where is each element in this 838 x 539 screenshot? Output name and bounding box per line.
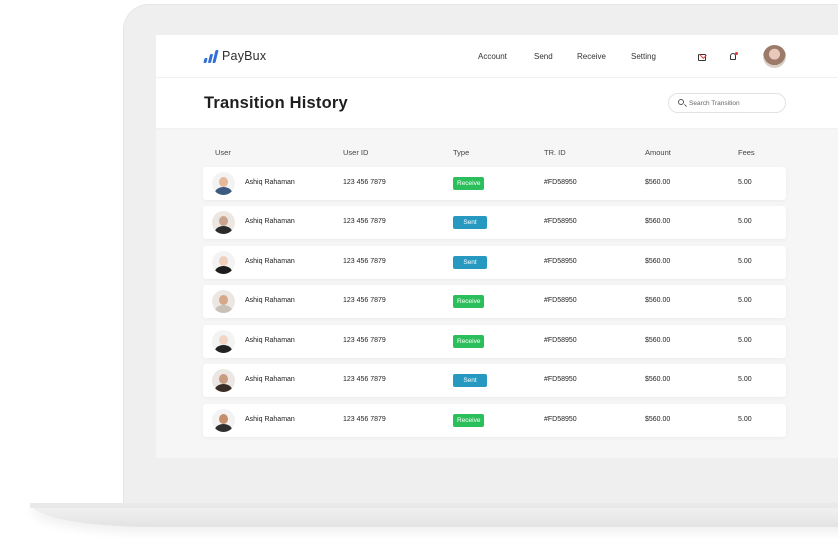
type-badge: Receive bbox=[453, 414, 485, 427]
user-avatar bbox=[212, 211, 235, 234]
column-header-amount: Amount bbox=[645, 148, 671, 157]
column-header-tr-id: TR. ID bbox=[544, 148, 566, 157]
user-avatar bbox=[212, 409, 235, 432]
table-row[interactable]: Ashiq Rahaman 123 456 7879 Receive #FD58950… bbox=[203, 404, 786, 437]
search-input[interactable] bbox=[689, 97, 781, 109]
type-badge: Receive bbox=[453, 335, 485, 348]
user-avatar bbox=[212, 251, 235, 274]
top-navbar: PayBux Account Send Receive Setting bbox=[156, 35, 838, 78]
user-name: Ashiq Rahaman bbox=[245, 337, 295, 344]
fees: 5.00 bbox=[738, 416, 752, 423]
amount: $560.00 bbox=[645, 376, 671, 383]
user-name: Ashiq Rahaman bbox=[245, 258, 295, 265]
user-id: 123 456 7879 bbox=[343, 179, 386, 186]
amount: $560.00 bbox=[645, 179, 671, 186]
fees: 5.00 bbox=[738, 376, 752, 383]
mail-icon[interactable] bbox=[698, 54, 706, 61]
column-header-type: Type bbox=[453, 148, 470, 157]
transaction-id: #FD58950 bbox=[544, 416, 577, 423]
type-badge: Sent bbox=[453, 216, 487, 229]
user-avatar bbox=[212, 369, 235, 392]
user-name: Ashiq Rahaman bbox=[245, 218, 295, 225]
page-header: Transition History bbox=[156, 78, 838, 128]
amount: $560.00 bbox=[645, 258, 671, 265]
transaction-id: #FD58950 bbox=[544, 297, 577, 304]
logo[interactable]: PayBux bbox=[203, 49, 267, 63]
type-badge: Receive bbox=[453, 295, 485, 308]
table-header: User User ID Type TR. ID Amount Fees bbox=[203, 148, 786, 162]
fees: 5.00 bbox=[738, 218, 752, 225]
transaction-id: #FD58950 bbox=[544, 218, 577, 225]
fees: 5.00 bbox=[738, 337, 752, 344]
table-row[interactable]: Ashiq Rahaman 123 456 7879 Sent #FD58950 $56… bbox=[203, 206, 786, 239]
bar-chart-logo-icon bbox=[203, 49, 219, 63]
table-row[interactable]: Ashiq Rahaman 123 456 7879 Sent #FD58950 $56… bbox=[203, 246, 786, 279]
profile-avatar[interactable] bbox=[763, 45, 786, 68]
laptop-base-lip bbox=[30, 503, 838, 508]
table-row[interactable]: Ashiq Rahaman 123 456 7879 Sent #FD58950 $56… bbox=[203, 364, 786, 397]
nav-setting[interactable]: Setting bbox=[631, 52, 656, 61]
user-avatar bbox=[212, 330, 235, 353]
user-name: Ashiq Rahaman bbox=[245, 416, 295, 423]
nav-account[interactable]: Account bbox=[478, 52, 507, 61]
transaction-id: #FD58950 bbox=[544, 179, 577, 186]
fees: 5.00 bbox=[738, 179, 752, 186]
nav-send[interactable]: Send bbox=[534, 52, 553, 61]
type-badge: Sent bbox=[453, 256, 487, 269]
type-badge: Sent bbox=[453, 374, 487, 387]
table-row[interactable]: Ashiq Rahaman 123 456 7879 Receive #FD58950… bbox=[203, 167, 786, 200]
user-id: 123 456 7879 bbox=[343, 218, 386, 225]
amount: $560.00 bbox=[645, 416, 671, 423]
app-screen: PayBux Account Send Receive Setting Tran… bbox=[156, 35, 838, 458]
user-avatar bbox=[212, 172, 235, 195]
amount: $560.00 bbox=[645, 337, 671, 344]
column-header-user: User bbox=[215, 148, 231, 157]
fees: 5.00 bbox=[738, 258, 752, 265]
transaction-id: #FD58950 bbox=[544, 258, 577, 265]
amount: $560.00 bbox=[645, 218, 671, 225]
fees: 5.00 bbox=[738, 297, 752, 304]
column-header-fees: Fees bbox=[738, 148, 755, 157]
column-header-user-id: User ID bbox=[343, 148, 369, 157]
user-id: 123 456 7879 bbox=[343, 376, 386, 383]
table-row[interactable]: Ashiq Rahaman 123 456 7879 Receive #FD58950… bbox=[203, 285, 786, 318]
user-name: Ashiq Rahaman bbox=[245, 179, 295, 186]
page-title: Transition History bbox=[204, 94, 348, 112]
user-id: 123 456 7879 bbox=[343, 297, 386, 304]
user-avatar bbox=[212, 290, 235, 313]
search-box[interactable] bbox=[668, 93, 786, 113]
bell-icon[interactable] bbox=[730, 52, 738, 60]
transaction-id: #FD58950 bbox=[544, 376, 577, 383]
user-id: 123 456 7879 bbox=[343, 258, 386, 265]
table-row[interactable]: Ashiq Rahaman 123 456 7879 Receive #FD58950… bbox=[203, 325, 786, 358]
type-badge: Receive bbox=[453, 177, 485, 190]
nav-receive[interactable]: Receive bbox=[577, 52, 606, 61]
user-id: 123 456 7879 bbox=[343, 337, 386, 344]
transaction-id: #FD58950 bbox=[544, 337, 577, 344]
app-name: PayBux bbox=[222, 49, 267, 63]
amount: $560.00 bbox=[645, 297, 671, 304]
user-name: Ashiq Rahaman bbox=[245, 376, 295, 383]
user-id: 123 456 7879 bbox=[343, 416, 386, 423]
search-icon bbox=[678, 99, 684, 105]
user-name: Ashiq Rahaman bbox=[245, 297, 295, 304]
